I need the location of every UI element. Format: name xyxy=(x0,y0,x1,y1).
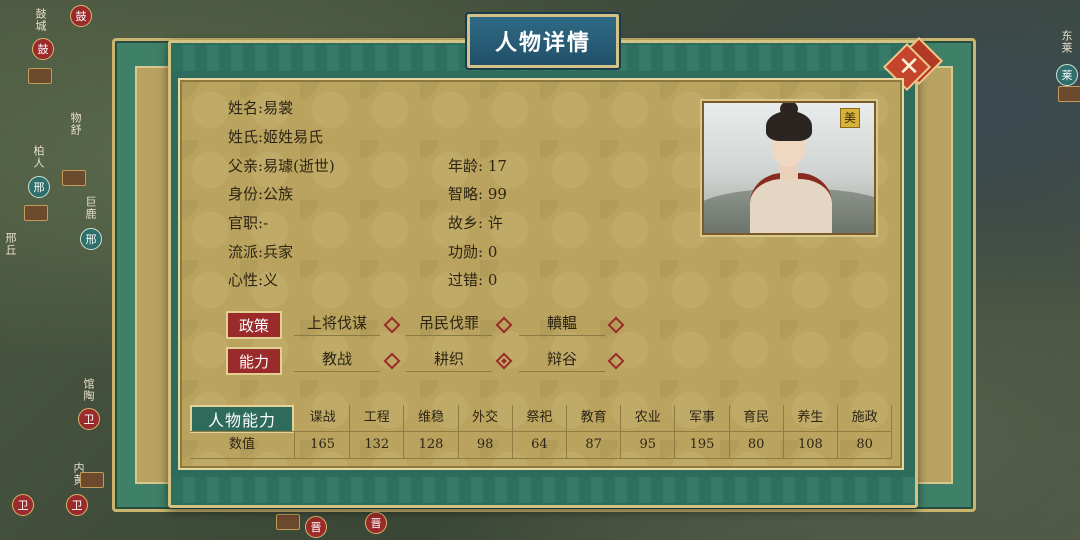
temper-label: 心性: xyxy=(228,271,264,289)
stats-column-header: 外交 xyxy=(459,405,513,431)
fault-label: 过错: xyxy=(448,271,484,289)
ability-item[interactable]: 耕织 xyxy=(406,347,492,372)
map-label: 柏人 xyxy=(32,145,45,169)
table-divider xyxy=(190,458,892,459)
father-row: 父亲:易璩(逝世) xyxy=(228,155,335,176)
fort-icon[interactable] xyxy=(24,205,48,221)
age-value: 17 xyxy=(487,157,507,175)
merit-row: 功勋: 0 xyxy=(448,241,497,262)
stats-value: 80 xyxy=(838,432,893,458)
stats-column-header: 施政 xyxy=(838,405,893,431)
map-label: 东莱 xyxy=(1060,30,1073,54)
father-value: 易璩(逝世) xyxy=(263,157,335,175)
city-badge[interactable]: 莱 xyxy=(1056,64,1078,86)
ability-item[interactable]: 辩谷 xyxy=(519,347,605,372)
frame-band-bottom xyxy=(171,477,915,503)
stats-value: 80 xyxy=(730,432,784,458)
city-badge[interactable]: 卫 xyxy=(78,408,100,430)
fort-icon[interactable] xyxy=(1058,86,1080,102)
fort-icon[interactable] xyxy=(62,170,86,186)
school-row: 流派:兵家 xyxy=(228,241,293,262)
stats-value: 87 xyxy=(567,432,622,458)
portrait-robe xyxy=(750,173,832,233)
city-badge[interactable]: 鼓 xyxy=(70,5,92,27)
stats-row-label: 数值 xyxy=(190,432,295,458)
name-label: 姓名: xyxy=(228,99,264,117)
city-badge[interactable]: 邢 xyxy=(80,228,102,250)
fort-icon[interactable] xyxy=(80,472,104,488)
identity-value: 公族 xyxy=(263,185,294,203)
stats-column-header: 育民 xyxy=(730,405,784,431)
stats-column-header: 维稳 xyxy=(404,405,459,431)
stats-column-header: 祭祀 xyxy=(513,405,567,431)
strategy-label: 智略: xyxy=(448,185,484,203)
office-label: 官职: xyxy=(228,214,264,232)
temper-value: 义 xyxy=(263,271,279,289)
identity-label: 身份: xyxy=(228,185,264,203)
portrait-hair-bun xyxy=(780,103,798,117)
stats-column-header: 农业 xyxy=(621,405,676,431)
clan-value: 姬姓易氏 xyxy=(263,128,324,146)
map-label: 鼓城 xyxy=(34,8,47,32)
hometown-row: 故乡: 许 xyxy=(448,212,503,233)
age-label: 年龄: xyxy=(448,157,484,175)
age-row: 年龄: 17 xyxy=(448,155,507,176)
hometown-value: 许 xyxy=(487,214,503,232)
stats-column-header: 养生 xyxy=(784,405,838,431)
fault-value: 0 xyxy=(487,271,498,289)
identity-row: 身份:公族 xyxy=(228,183,293,204)
merit-label: 功勋: xyxy=(448,243,484,261)
city-badge[interactable]: 鼓 xyxy=(32,38,54,60)
policy-tag: 政策 xyxy=(226,311,282,339)
stats-column-header: 谍战 xyxy=(296,405,351,431)
merit-value: 0 xyxy=(487,243,498,261)
map-label: 邢丘 xyxy=(4,232,17,256)
map-label: 馆陶 xyxy=(82,378,95,402)
ability-stats-table: 人物能力 数值 谍战 165 工程 132 维稳 128 外交 98 祭祀 64 教育 87 农业 95 军… xyxy=(190,405,893,459)
hometown-label: 故乡: xyxy=(448,214,484,232)
ability-item[interactable]: 教战 xyxy=(294,347,380,372)
stats-column-header: 教育 xyxy=(567,405,622,431)
ability-tag: 能力 xyxy=(226,347,282,375)
office-row: 官职:- xyxy=(228,212,268,233)
fault-row: 过错: 0 xyxy=(448,269,497,290)
strategy-row: 智略: 99 xyxy=(448,183,507,204)
stats-value: 128 xyxy=(404,432,459,458)
city-badge[interactable]: 卫 xyxy=(66,494,88,516)
clan-row: 姓氏:姬姓易氏 xyxy=(228,126,323,147)
map-label: 物舒 xyxy=(69,112,82,136)
office-value: - xyxy=(263,214,269,232)
stats-value: 64 xyxy=(513,432,567,458)
temper-row: 心性:义 xyxy=(228,269,278,290)
school-value: 兵家 xyxy=(263,243,294,261)
fort-icon[interactable] xyxy=(28,68,52,84)
stats-value: 195 xyxy=(675,432,730,458)
stats-value: 132 xyxy=(350,432,405,458)
father-label: 父亲: xyxy=(228,157,264,175)
stats-column-header: 工程 xyxy=(350,405,405,431)
stats-value: 98 xyxy=(459,432,513,458)
policy-item[interactable]: 轒輼 xyxy=(519,311,605,336)
map-label: 巨鹿 xyxy=(84,196,97,220)
beauty-badge: 美 xyxy=(840,108,860,128)
dialog-title: 人物详情 xyxy=(467,14,619,68)
name-value: 易裳 xyxy=(263,99,294,117)
policy-item[interactable]: 吊民伐罪 xyxy=(406,311,492,336)
stats-value: 95 xyxy=(621,432,676,458)
policy-item[interactable]: 上将伐谋 xyxy=(294,311,380,336)
city-badge[interactable]: 晋 xyxy=(305,516,327,538)
ability-table-header: 人物能力 xyxy=(190,405,294,433)
name-row: 姓名:易裳 xyxy=(228,97,293,118)
city-badge[interactable]: 邢 xyxy=(28,176,50,198)
fort-icon[interactable] xyxy=(276,514,300,530)
city-badge[interactable]: 晋 xyxy=(365,512,387,534)
school-label: 流派: xyxy=(228,243,264,261)
stats-value: 108 xyxy=(784,432,838,458)
strategy-value: 99 xyxy=(487,185,507,203)
stats-value: 165 xyxy=(296,432,351,458)
stats-column-header: 军事 xyxy=(675,405,730,431)
clan-label: 姓氏: xyxy=(228,128,264,146)
city-badge[interactable]: 卫 xyxy=(12,494,34,516)
